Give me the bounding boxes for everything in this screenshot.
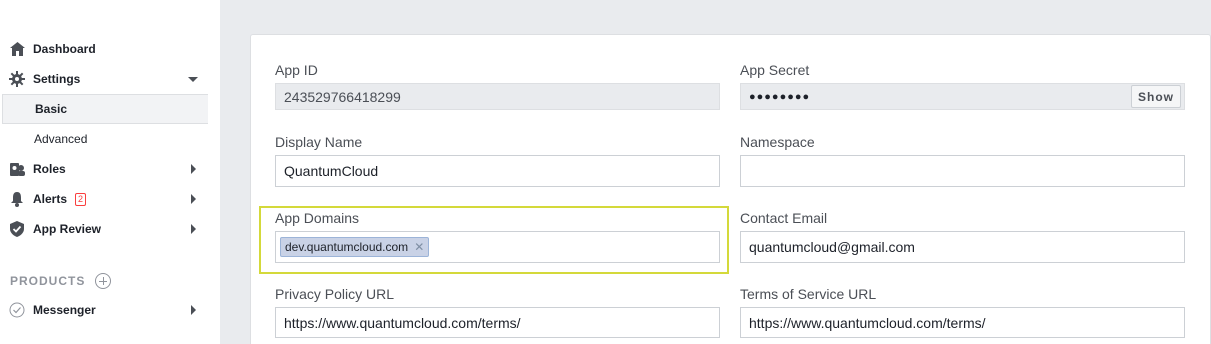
sidebar-item-settings[interactable]: Settings bbox=[0, 64, 208, 94]
domain-token: dev.quantumcloud.com ✕ bbox=[280, 237, 430, 257]
display-name-input[interactable]: QuantumCloud bbox=[275, 155, 720, 187]
app-domains-input[interactable]: dev.quantumcloud.com ✕ bbox=[275, 231, 720, 263]
sidebar-item-label: App Review bbox=[33, 222, 102, 236]
sidebar-subitem-label: Basic bbox=[35, 102, 68, 116]
app-secret-field[interactable]: ●●●●●●●● Show bbox=[740, 83, 1185, 110]
terms-url-input[interactable]: https://www.quantumcloud.com/terms/ bbox=[740, 307, 1185, 338]
show-secret-button[interactable]: Show bbox=[1131, 85, 1181, 108]
sidebar: Dashboard Settings Basic Advanced Roles … bbox=[0, 0, 220, 344]
sidebar-item-app-review[interactable]: App Review bbox=[0, 214, 208, 244]
app-id-field[interactable]: 243529766418299 bbox=[275, 83, 720, 110]
sidebar-item-roles[interactable]: Roles bbox=[0, 154, 208, 184]
namespace-label: Namespace bbox=[740, 134, 815, 150]
app-id-value: 243529766418299 bbox=[284, 88, 401, 105]
chevron-down-icon bbox=[188, 77, 198, 82]
sidebar-item-label: Settings bbox=[33, 72, 81, 86]
sidebar-item-dashboard[interactable]: Dashboard bbox=[0, 34, 208, 64]
contact-email-input[interactable]: quantumcloud@gmail.com bbox=[740, 231, 1185, 263]
chevron-right-icon bbox=[191, 194, 196, 204]
remove-token-icon[interactable]: ✕ bbox=[414, 240, 424, 254]
sidebar-item-label: Dashboard bbox=[33, 42, 96, 56]
privacy-url-label: Privacy Policy URL bbox=[275, 286, 395, 302]
namespace-input[interactable] bbox=[740, 155, 1185, 187]
app-secret-value: ●●●●●●●● bbox=[749, 90, 811, 103]
terms-url-label: Terms of Service URL bbox=[740, 286, 877, 302]
gear-icon bbox=[9, 71, 25, 87]
basic-settings-card bbox=[250, 34, 1211, 344]
shield-check-icon bbox=[9, 221, 25, 237]
contact-email-value: quantumcloud@gmail.com bbox=[749, 239, 915, 255]
app-id-label: App ID bbox=[275, 62, 318, 78]
domain-token-label: dev.quantumcloud.com bbox=[285, 240, 409, 254]
bell-icon bbox=[9, 191, 25, 207]
app-domains-label: App Domains bbox=[275, 210, 360, 226]
chevron-right-icon bbox=[191, 224, 196, 234]
products-heading: PRODUCTS bbox=[10, 273, 112, 289]
contact-email-label: Contact Email bbox=[740, 210, 828, 226]
privacy-url-input[interactable]: https://www.quantumcloud.com/terms/ bbox=[275, 307, 720, 338]
app-secret-label: App Secret bbox=[740, 62, 810, 78]
sidebar-item-label: Messenger bbox=[33, 303, 96, 317]
add-product-icon[interactable] bbox=[95, 273, 112, 289]
display-name-value: QuantumCloud bbox=[284, 163, 379, 179]
home-icon bbox=[9, 41, 25, 57]
privacy-url-value: https://www.quantumcloud.com/terms/ bbox=[284, 314, 521, 331]
chevron-right-icon bbox=[191, 164, 196, 174]
check-circle-icon bbox=[9, 302, 25, 318]
sidebar-item-label: Alerts bbox=[33, 192, 68, 206]
sidebar-subitem-basic[interactable]: Basic bbox=[2, 94, 208, 124]
alert-count-badge: 2 bbox=[75, 192, 87, 206]
sidebar-item-label: Roles bbox=[33, 162, 66, 176]
sidebar-item-alerts[interactable]: Alerts 2 bbox=[0, 184, 208, 214]
sidebar-item-messenger[interactable]: Messenger bbox=[0, 295, 208, 325]
roles-icon bbox=[9, 161, 25, 177]
products-heading-label: PRODUCTS bbox=[10, 274, 86, 288]
display-name-label: Display Name bbox=[275, 134, 363, 150]
terms-url-value: https://www.quantumcloud.com/terms/ bbox=[749, 314, 986, 331]
sidebar-subitem-advanced[interactable]: Advanced bbox=[2, 124, 208, 154]
chevron-right-icon bbox=[191, 305, 196, 315]
sidebar-subitem-label: Advanced bbox=[34, 132, 88, 146]
